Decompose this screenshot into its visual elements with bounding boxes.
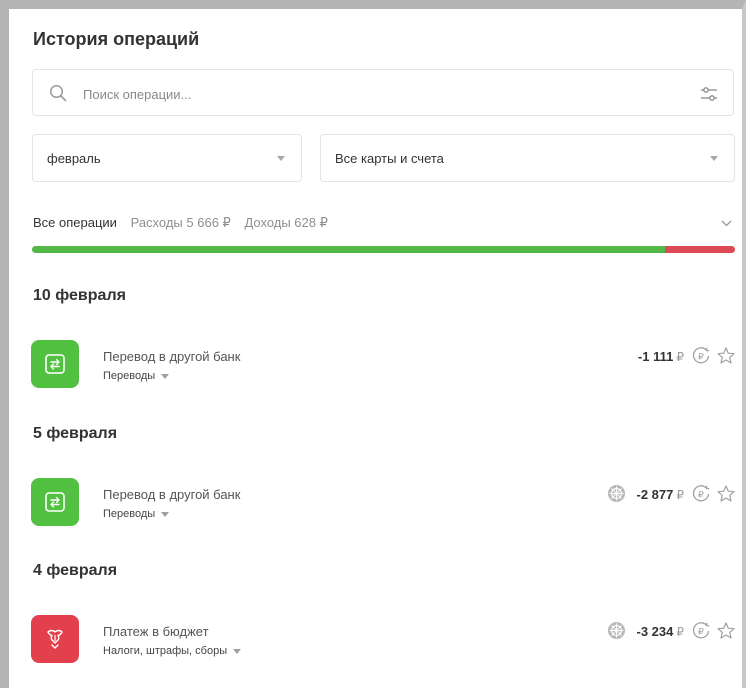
month-select-value: февраль (47, 151, 101, 166)
date-heading: 10 февраля (33, 287, 126, 304)
star-icon[interactable] (716, 621, 736, 641)
operation-tile (31, 615, 79, 663)
operation-amount: -3 234 ₽ (636, 624, 684, 639)
caret-down-icon (161, 373, 170, 379)
caret-down-icon (161, 511, 170, 517)
category-label: Переводы (103, 370, 156, 382)
operation-title: Перевод в другой банк (103, 487, 241, 502)
operations-summary: Все операции Расходы 5 666 ₽ Доходы 628 … (33, 215, 328, 231)
search-input[interactable] (81, 80, 665, 108)
star-icon[interactable] (716, 346, 736, 366)
svg-text:₽: ₽ (698, 490, 704, 500)
svg-text:₽: ₽ (698, 352, 704, 362)
transfer-icon (45, 354, 65, 374)
operation-row[interactable]: Перевод в другой банк Переводы -2 877 ₽ ₽ (31, 478, 736, 528)
transfer-icon (45, 492, 65, 512)
date-heading: 5 февраля (33, 425, 118, 442)
currency-sign: ₽ (676, 488, 684, 502)
chevron-down-icon (710, 156, 718, 161)
operation-row[interactable]: Платеж в бюджет Налоги, штрафы, сборы -3… (31, 615, 736, 665)
operation-tile (31, 478, 79, 526)
operation-title: Перевод в другой банк (103, 349, 241, 364)
income-total[interactable]: Доходы 628 ₽ (244, 215, 327, 230)
category-label: Налоги, штрафы, сборы (103, 645, 228, 657)
currency-sign: ₽ (676, 350, 684, 364)
category-label: Переводы (103, 508, 156, 520)
amount-value: -2 877 (636, 487, 674, 502)
search-box[interactable] (32, 69, 734, 116)
star-icon[interactable] (716, 484, 736, 504)
currency-sign: ₽ (676, 625, 684, 639)
expense-income-bar (32, 246, 735, 253)
operation-title: Платеж в бюджет (103, 624, 209, 639)
operation-category[interactable]: Налоги, штрафы, сборы (103, 645, 242, 657)
month-select[interactable]: февраль (32, 134, 302, 182)
income-bar-segment (664, 246, 735, 253)
cashback-ruble-icon[interactable]: ₽ (691, 346, 711, 366)
chevron-down-icon (277, 156, 285, 161)
svg-text:₽: ₽ (698, 627, 704, 637)
cashback-ruble-icon[interactable]: ₽ (691, 621, 711, 641)
search-icon (49, 84, 67, 102)
all-operations-tab[interactable]: Все операции (33, 215, 117, 230)
bonus-coin-icon (607, 621, 626, 640)
cashback-ruble-icon[interactable]: ₽ (691, 484, 711, 504)
operation-row[interactable]: Перевод в другой банк Переводы -1 111 ₽ ₽ (31, 340, 736, 390)
expenses-total[interactable]: Расходы 5 666 ₽ (131, 215, 231, 230)
operation-amount: -2 877 ₽ (636, 487, 684, 502)
accounts-select-value: Все карты и счета (335, 151, 444, 166)
operation-amount: -1 111 ₽ (638, 349, 684, 364)
date-heading: 4 февраля (33, 562, 118, 579)
operation-category[interactable]: Переводы (103, 508, 170, 520)
operation-category[interactable]: Переводы (103, 370, 170, 382)
filter-settings-icon[interactable] (699, 84, 719, 104)
budget-emblem-icon (47, 629, 63, 649)
bonus-coin-icon (607, 484, 626, 503)
expand-chevron-icon[interactable] (721, 220, 732, 227)
amount-value: -1 111 (637, 349, 674, 364)
amount-value: -3 234 (636, 624, 674, 639)
expenses-bar-segment (32, 246, 665, 253)
caret-down-icon (233, 648, 242, 654)
operation-tile (31, 340, 79, 388)
page-title: История операций (33, 29, 200, 49)
accounts-select[interactable]: Все карты и счета (320, 134, 735, 182)
